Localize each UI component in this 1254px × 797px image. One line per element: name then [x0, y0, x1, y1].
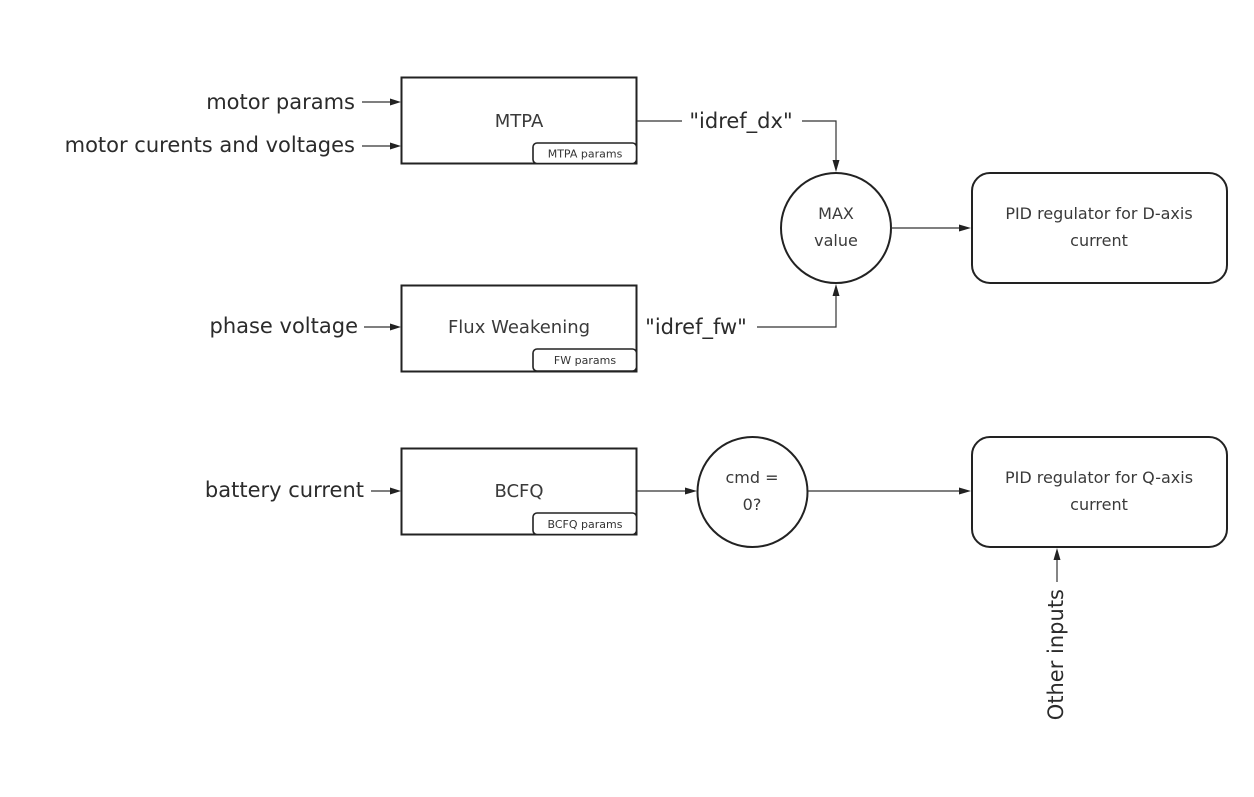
- mtpa-block[interactable]: MTPA MTPA params: [400, 76, 638, 165]
- max-value-node[interactable]: MAX value: [780, 172, 892, 284]
- input-battery-current-label: battery current: [205, 478, 364, 502]
- bcfq-block-label: BCFQ: [494, 481, 543, 502]
- pid-regulator-q-axis[interactable]: PID regulator for Q-axis current: [971, 436, 1228, 548]
- pid-regulator-d-axis[interactable]: PID regulator for D-axis current: [971, 172, 1228, 284]
- input-phase-voltage-label: phase voltage: [209, 314, 358, 338]
- fw-params-label: FW params: [554, 354, 616, 367]
- mtpa-params-label: MTPA params: [548, 148, 623, 161]
- pid-q-axis-line2: current: [1070, 495, 1128, 514]
- input-other-inputs-label: Other inputs: [1044, 589, 1068, 720]
- mtpa-params-tag[interactable]: MTPA params: [532, 142, 638, 165]
- arrow-motor-currents-voltages: [362, 142, 401, 150]
- arrow-other-inputs: [1053, 548, 1061, 582]
- arrow-phase-voltage: [364, 323, 401, 331]
- pid-q-axis-line1: PID regulator for Q-axis: [1005, 468, 1193, 487]
- bcfq-params-label: BCFQ params: [548, 518, 623, 531]
- bcfq-block[interactable]: BCFQ BCFQ params: [400, 447, 638, 536]
- arrow-battery-current: [371, 487, 401, 495]
- signal-idref-dx-label: "idref_dx": [689, 109, 792, 134]
- cmd-zero-line1: cmd =: [725, 468, 778, 487]
- cmd-zero-line2: 0?: [743, 495, 762, 514]
- fw-params-tag[interactable]: FW params: [532, 348, 638, 372]
- arrow-motor-params: [362, 98, 401, 106]
- signal-idref-fw-wire: [757, 284, 840, 328]
- input-motor-currents-voltages-label: motor curents and voltages: [65, 133, 355, 157]
- max-value-line2: value: [814, 231, 858, 250]
- arrow-cmd-to-q-pid: [808, 487, 971, 495]
- flux-weakening-block[interactable]: Flux Weakening FW params: [400, 284, 638, 373]
- pid-d-axis-line1: PID regulator for D-axis: [1005, 204, 1192, 223]
- signal-idref-fw-label: "idref_fw": [645, 315, 747, 340]
- mtpa-block-label: MTPA: [495, 111, 544, 132]
- max-value-line1: MAX: [818, 204, 854, 223]
- cmd-zero-node[interactable]: cmd = 0?: [696, 436, 809, 548]
- flux-weakening-block-label: Flux Weakening: [448, 317, 590, 338]
- arrow-max-to-d-pid: [891, 224, 971, 232]
- pid-d-axis-line2: current: [1070, 231, 1128, 250]
- arrow-bcfq-to-cmd: [637, 487, 697, 495]
- control-block-diagram: motor params motor curents and voltages …: [65, 76, 1228, 720]
- input-motor-params-label: motor params: [206, 90, 355, 114]
- bcfq-params-tag[interactable]: BCFQ params: [532, 512, 638, 536]
